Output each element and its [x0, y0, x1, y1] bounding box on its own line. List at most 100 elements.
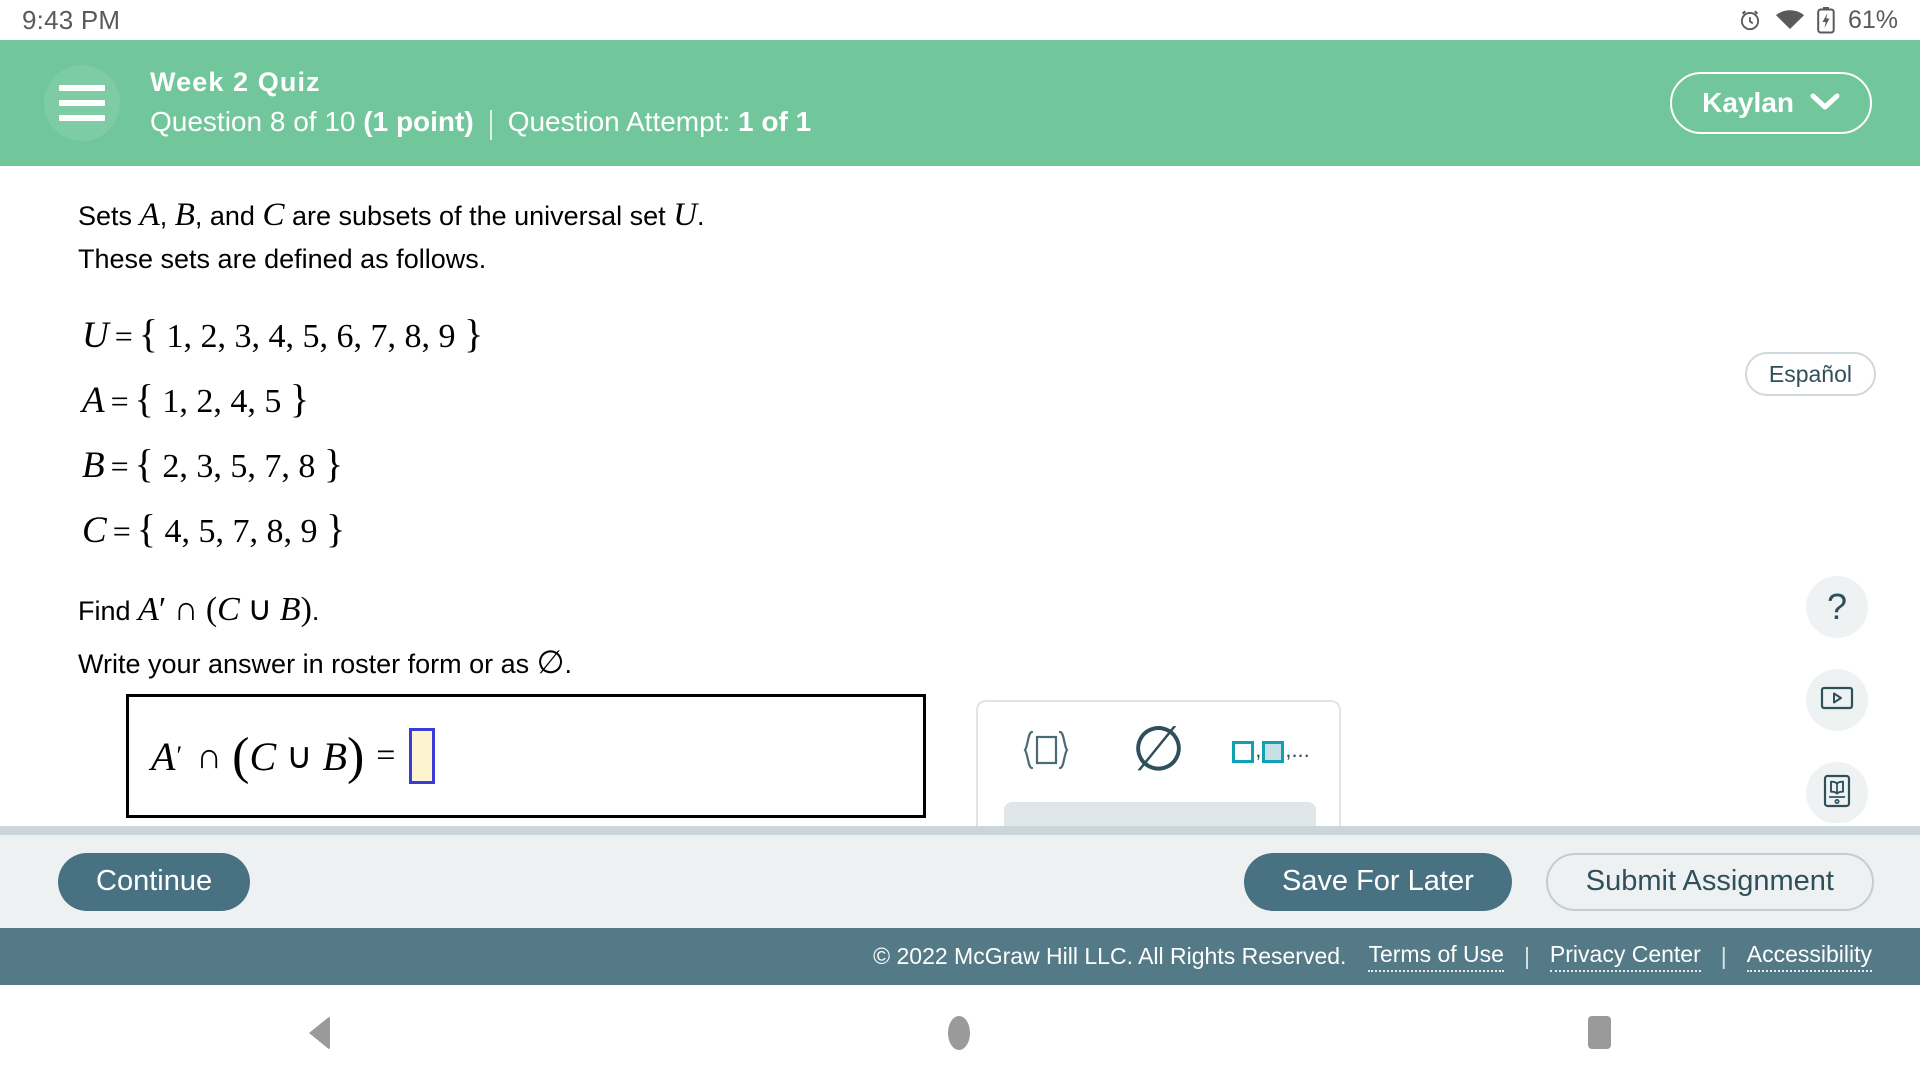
terms-of-use-link[interactable]: Terms of Use — [1368, 941, 1504, 972]
wifi-icon — [1775, 8, 1805, 32]
list-box-1 — [1232, 741, 1255, 763]
answer-var-b: B — [322, 733, 347, 779]
set-var-u: U — [673, 197, 698, 233]
intro-end: . — [697, 201, 705, 231]
header-divider — [489, 109, 492, 140]
set-braces-button[interactable] — [1000, 715, 1092, 785]
answer-input-field[interactable] — [409, 728, 436, 784]
quiz-title: Week 2 Quiz — [150, 67, 321, 98]
action-bar-right: Save For Later Submit Assignment — [1243, 852, 1874, 911]
question-statement: Sets A, B, and C are subsets of the univ… — [0, 166, 1920, 279]
intersect-symbol: ∩ — [173, 590, 199, 628]
find-var-b: B — [279, 590, 301, 628]
user-menu-button[interactable]: Kaylan — [1670, 72, 1872, 134]
video-play-icon — [1820, 685, 1854, 716]
accessibility-link[interactable]: Accessibility — [1746, 941, 1872, 972]
find-prefix: Find — [78, 595, 139, 626]
empty-set-icon: ∅ — [1131, 716, 1186, 784]
footer-separator: | — [1720, 943, 1727, 969]
copyright-footer: © 2022 McGraw Hill LLC. All Rights Reser… — [0, 928, 1920, 985]
math-palette: ∅ , ,... — [976, 700, 1341, 842]
intro-and: , and — [194, 201, 263, 231]
back-triangle-icon[interactable] — [309, 1015, 330, 1050]
set-name: B — [82, 444, 105, 486]
answer-intersect: ∩ — [196, 736, 223, 776]
set-elements: 1, 2, 3, 4, 5, 6, 7, 8, 9 — [166, 317, 456, 355]
intro-comma: , — [159, 201, 175, 231]
question-number: Question 8 of 10 — [150, 106, 356, 138]
ebook-button[interactable] — [1806, 762, 1868, 823]
set-var-b: B — [174, 197, 195, 233]
question-line-1: Sets A, B, and C are subsets of the univ… — [78, 192, 1920, 240]
video-button[interactable] — [1806, 669, 1868, 731]
answer-open-paren: ( — [232, 727, 250, 785]
set-definitions: U ={ 1, 2, 3, 4, 5, 6, 7, 8, 9 } A ={ 1, 2… — [82, 303, 1920, 563]
battery-percent: 61% — [1847, 5, 1898, 34]
submit-assignment-button[interactable]: Submit Assignment — [1545, 852, 1874, 911]
answer-input-box[interactable]: A ′ ∩ ( C ∪ B ) = — [126, 694, 926, 818]
set-row: A ={ 1, 2, 4, 5 } — [82, 375, 310, 421]
attempt-label: Question Attempt: — [507, 106, 731, 138]
set-row: U ={ 1, 2, 3, 4, 5, 6, 7, 8, 9 } — [82, 310, 484, 356]
user-name: Kaylan — [1702, 87, 1794, 118]
set-elements: 4, 5, 7, 8, 9 — [164, 512, 318, 550]
espanol-button[interactable]: Español — [1744, 352, 1876, 396]
footer-separator: | — [1523, 943, 1530, 969]
answer-equals: = — [376, 737, 396, 774]
set-row: B ={ 2, 3, 5, 7, 8 } — [82, 440, 344, 486]
union-symbol: ∪ — [247, 590, 273, 628]
set-name: U — [82, 314, 109, 356]
math-palette-row: ∅ , ,... — [978, 702, 1339, 798]
help-button[interactable]: ? — [1806, 576, 1868, 638]
set-row: C ={ 4, 5, 7, 8, 9 } — [82, 505, 346, 551]
set-var-c: C — [262, 197, 285, 233]
screen-root: 9:43 PM 61% Week 2 Quiz Question 8 of 10… — [0, 0, 1920, 1080]
find-close-paren: ) — [300, 590, 312, 628]
find-instruction: Find A′ ∩ (C ∪ B). — [78, 589, 1920, 629]
find-var-a: A — [138, 590, 159, 628]
home-circle-icon[interactable] — [948, 1015, 970, 1050]
list-comma-1: , — [1255, 737, 1262, 762]
comma-list-button[interactable]: , ,... — [1225, 715, 1317, 785]
comma-list-icon: , ,... — [1232, 737, 1310, 763]
action-bar-divider — [0, 826, 1920, 835]
set-elements: 1, 2, 4, 5 — [162, 382, 282, 420]
alarm-icon — [1737, 7, 1763, 33]
empty-set-button[interactable]: ∅ — [1113, 715, 1205, 785]
roster-text: Write your answer in roster form or as — [78, 648, 537, 679]
answer-var-c: C — [249, 733, 277, 779]
attempt-value: 1 of 1 — [738, 106, 812, 138]
set-name: C — [82, 509, 107, 551]
privacy-center-link[interactable]: Privacy Center — [1549, 941, 1701, 972]
hamburger-menu-icon[interactable] — [44, 65, 120, 141]
question-line-2: These sets are defined as follows. — [78, 243, 487, 274]
answer-expression: A ′ ∩ ( C ∪ B ) = — [151, 727, 436, 786]
roster-period: . — [564, 648, 573, 679]
recent-square-icon[interactable] — [1588, 1016, 1611, 1049]
android-status-bar: 9:43 PM 61% — [0, 0, 1920, 40]
question-status: Question 8 of 10 (1 point) Question Atte… — [150, 102, 811, 143]
set-braces-icon — [1016, 728, 1076, 772]
chevron-down-icon — [1810, 87, 1840, 119]
save-for-later-button[interactable]: Save For Later — [1243, 852, 1512, 911]
ebook-icon — [1822, 774, 1852, 813]
battery-charging-icon — [1817, 6, 1835, 34]
espanol-label: Español — [1768, 360, 1852, 387]
continue-button[interactable]: Continue — [58, 852, 251, 911]
app-header: Week 2 Quiz Question 8 of 10 (1 point) Q… — [0, 40, 1920, 166]
action-bar: Continue Save For Later Submit Assignmen… — [0, 835, 1920, 928]
find-prime: ′ — [158, 590, 167, 628]
status-icons: 61% — [1737, 6, 1898, 35]
answer-close-paren: ) — [346, 727, 365, 785]
answer-union: ∪ — [286, 736, 313, 776]
intro-mid: are subsets of the universal set — [284, 201, 674, 231]
set-name: A — [82, 379, 105, 421]
list-box-2 — [1262, 741, 1285, 763]
empty-set-symbol: ∅ — [536, 643, 565, 680]
question-points: (1 point) — [363, 106, 474, 138]
roster-instruction: Write your answer in roster form or as ∅… — [78, 643, 1920, 681]
question-mark-icon: ? — [1826, 586, 1848, 627]
list-suffix: ,... — [1285, 737, 1310, 762]
intro-prefix: Sets — [78, 201, 140, 231]
answer-var-a: A — [151, 733, 176, 779]
